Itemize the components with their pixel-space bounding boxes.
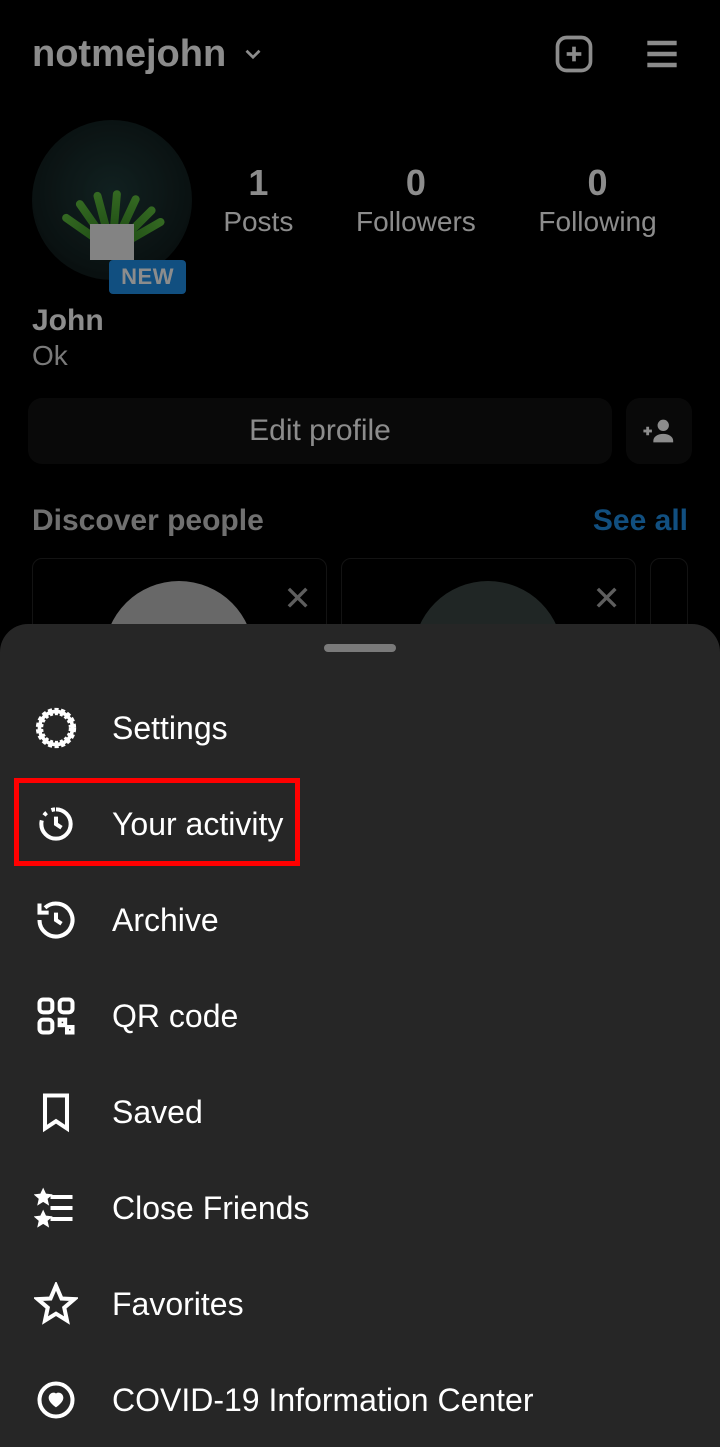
stat-count: 1 (223, 162, 293, 204)
menu-item-label: QR code (112, 998, 238, 1035)
drag-handle[interactable] (324, 644, 396, 652)
activity-icon (34, 802, 78, 846)
archive-icon (34, 898, 78, 942)
menu-item-saved[interactable]: Saved (0, 1064, 720, 1160)
stat-label: Followers (356, 206, 476, 238)
create-button[interactable] (548, 28, 600, 80)
avatar (32, 120, 192, 280)
stat-count: 0 (356, 162, 476, 204)
chevron-down-icon[interactable] (240, 41, 266, 67)
menu-item-qr-code[interactable]: QR code (0, 968, 720, 1064)
menu-item-label: Settings (112, 710, 228, 747)
heart-circle-icon (34, 1378, 78, 1422)
menu-item-label: COVID-19 Information Center (112, 1382, 534, 1419)
stat-label: Posts (223, 206, 293, 238)
new-badge: NEW (109, 260, 186, 294)
stat-label: Following (538, 206, 656, 238)
add-person-icon (642, 414, 676, 448)
options-bottom-sheet: Settings Your activity Archive QR code S… (0, 624, 720, 1447)
hamburger-menu-button[interactable] (636, 28, 688, 80)
star-icon (34, 1282, 78, 1326)
menu-item-your-activity[interactable]: Your activity (0, 776, 720, 872)
edit-profile-button[interactable]: Edit profile (28, 398, 612, 464)
stat-following[interactable]: 0 Following (538, 162, 656, 238)
bookmark-icon (34, 1090, 78, 1134)
close-friends-icon (34, 1186, 78, 1230)
display-name: John (32, 304, 688, 338)
menu-item-settings[interactable]: Settings (0, 680, 720, 776)
menu-item-label: Saved (112, 1094, 203, 1131)
discover-people-heading: Discover people (32, 504, 264, 538)
menu-item-favorites[interactable]: Favorites (0, 1256, 720, 1352)
stat-count: 0 (538, 162, 656, 204)
menu-item-label: Favorites (112, 1286, 244, 1323)
profile-header: notmejohn (0, 0, 720, 90)
username-switcher[interactable]: notmejohn (32, 33, 226, 76)
stat-posts[interactable]: 1 Posts (223, 162, 293, 238)
menu-item-archive[interactable]: Archive (0, 872, 720, 968)
menu-item-close-friends[interactable]: Close Friends (0, 1160, 720, 1256)
see-all-link[interactable]: See all (593, 504, 688, 538)
avatar-wrap[interactable]: NEW (32, 120, 192, 280)
name-block: John Ok (0, 280, 720, 372)
qr-code-icon (34, 994, 78, 1038)
discover-people-button[interactable] (626, 398, 692, 464)
menu-item-label: Close Friends (112, 1190, 309, 1227)
menu-item-covid-info[interactable]: COVID-19 Information Center (0, 1352, 720, 1447)
menu-item-label: Archive (112, 902, 219, 939)
close-icon[interactable]: ✕ (283, 579, 312, 619)
bio-text: Ok (32, 340, 688, 372)
menu-item-label: Your activity (112, 806, 283, 843)
close-icon[interactable]: ✕ (592, 579, 621, 619)
settings-icon (34, 706, 78, 750)
profile-stats-row: NEW 1 Posts 0 Followers 0 Following (0, 90, 720, 280)
stat-followers[interactable]: 0 Followers (356, 162, 476, 238)
